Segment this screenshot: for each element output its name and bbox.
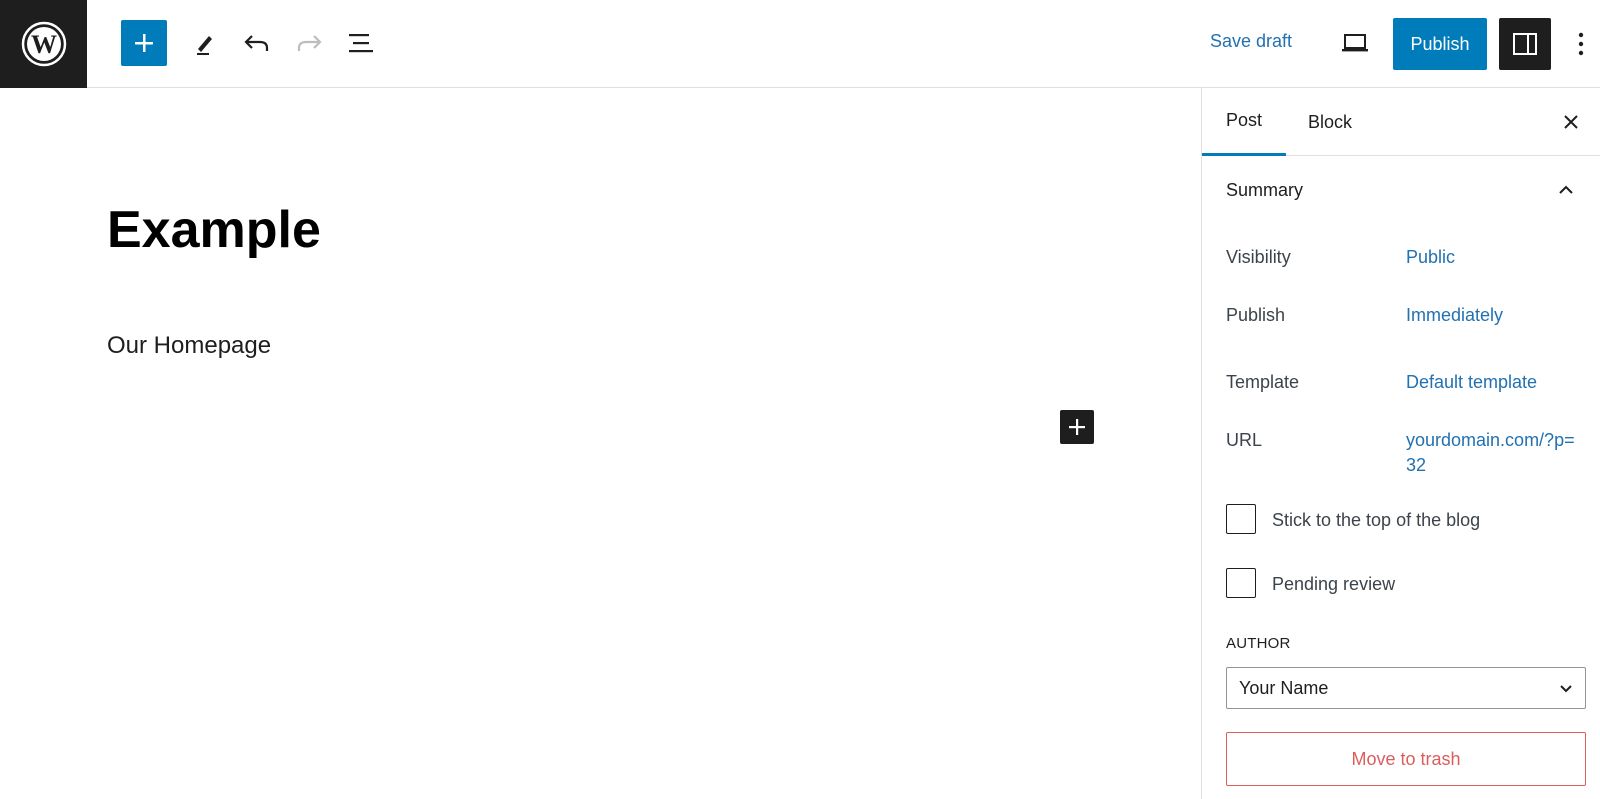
settings-toggle-button[interactable] xyxy=(1499,18,1551,70)
summary-collapse-toggle[interactable] xyxy=(1552,176,1580,204)
inline-block-inserter-button[interactable] xyxy=(1060,410,1094,444)
redo-icon xyxy=(297,35,322,51)
publish-button[interactable]: Publish xyxy=(1393,18,1487,70)
sidebar-tabs: Post Block xyxy=(1202,88,1600,156)
svg-text:W: W xyxy=(31,30,57,59)
sticky-checkbox-label[interactable]: Stick to the top of the blog xyxy=(1272,510,1480,531)
document-overview-button[interactable] xyxy=(338,20,384,66)
more-vertical-icon xyxy=(1578,32,1584,56)
laptop-icon xyxy=(1342,34,1368,52)
tools-button[interactable] xyxy=(182,20,228,66)
tab-block[interactable]: Block xyxy=(1308,88,1352,156)
editor-header: W Save draft Publish xyxy=(0,0,1600,88)
plus-icon xyxy=(1069,419,1085,435)
publish-date-value[interactable]: Immediately xyxy=(1406,303,1581,328)
post-title[interactable]: Example xyxy=(107,200,321,260)
list-view-icon xyxy=(349,34,373,53)
tab-post[interactable]: Post xyxy=(1202,88,1286,156)
pending-review-checkbox-label[interactable]: Pending review xyxy=(1272,574,1395,595)
url-label: URL xyxy=(1226,430,1263,450)
author-select-value: Your Name xyxy=(1239,677,1329,698)
chevron-down-icon xyxy=(1560,685,1572,693)
redo-button[interactable] xyxy=(286,20,332,66)
paragraph-block[interactable]: Our Homepage xyxy=(107,332,271,360)
close-icon xyxy=(1564,115,1578,129)
sticky-checkbox[interactable] xyxy=(1226,504,1256,534)
settings-sidebar: Post Block Summary Visibility Public Pub… xyxy=(1201,88,1600,799)
author-select[interactable]: Your Name xyxy=(1226,667,1586,709)
wordpress-logo-icon: W xyxy=(21,21,66,67)
preview-button[interactable] xyxy=(1332,20,1378,66)
url-value[interactable]: yourdomain.com/?p=32 xyxy=(1406,428,1576,478)
editor-canvas: Example Our Homepage xyxy=(0,88,1201,799)
undo-button[interactable] xyxy=(234,20,280,66)
pencil-icon xyxy=(197,36,212,55)
publish-label: Publish xyxy=(1226,305,1286,325)
summary-panel-title[interactable]: Summary xyxy=(1226,180,1303,201)
move-to-trash-button[interactable]: Move to trash xyxy=(1226,732,1586,786)
author-label: AUTHOR xyxy=(1226,635,1291,652)
close-sidebar-button[interactable] xyxy=(1555,106,1587,138)
undo-icon xyxy=(244,35,269,51)
template-value[interactable]: Default template xyxy=(1406,370,1581,395)
options-menu-button[interactable] xyxy=(1570,24,1592,64)
save-draft-button[interactable]: Save draft xyxy=(1210,31,1292,52)
sidebar-icon xyxy=(1513,33,1537,55)
wordpress-logo-button[interactable]: W xyxy=(0,0,87,88)
visibility-label: Visibility xyxy=(1226,247,1291,267)
plus-icon xyxy=(135,34,153,52)
block-inserter-toggle[interactable] xyxy=(121,20,167,66)
template-label: Template xyxy=(1226,372,1300,392)
pending-review-checkbox[interactable] xyxy=(1226,568,1256,598)
chevron-up-icon xyxy=(1559,185,1573,194)
visibility-value[interactable]: Public xyxy=(1406,245,1581,270)
